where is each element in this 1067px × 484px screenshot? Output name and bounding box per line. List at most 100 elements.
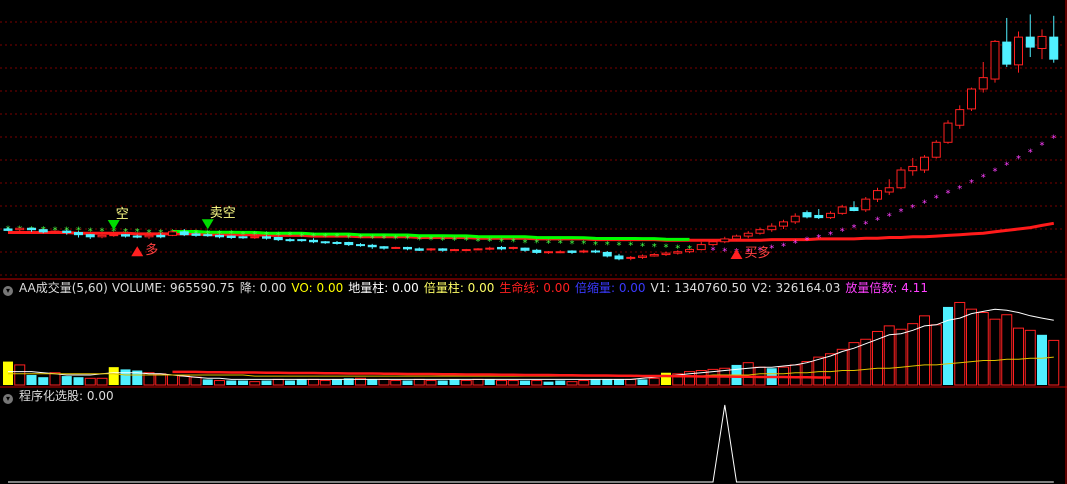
candle-body (144, 234, 154, 238)
volume-bar (367, 379, 378, 385)
volume-bar (1013, 327, 1024, 386)
dot-marker: * (511, 237, 516, 248)
candle-body (297, 239, 307, 242)
volume-bar (989, 318, 1001, 386)
candle-body (732, 235, 741, 240)
candle-body (309, 239, 318, 243)
candle-body (485, 247, 495, 250)
candle-body (1037, 35, 1047, 49)
volume-bar (38, 377, 49, 385)
candle-body (931, 141, 941, 158)
dot-marker: * (628, 241, 633, 252)
volume-bar (954, 301, 966, 386)
volume-bar (813, 356, 825, 386)
volume-bar (3, 361, 13, 385)
dot-marker: * (440, 236, 445, 247)
screener-label[interactable]: 程序化选股 (19, 389, 79, 403)
candle-body (967, 88, 976, 110)
collapse-icon[interactable]: ▾ (3, 394, 13, 404)
dot-marker: * (887, 211, 892, 222)
candle-body (379, 246, 389, 249)
volume-bar (84, 377, 96, 386)
volume-ma5-line (8, 308, 1054, 380)
volume-bar (178, 375, 190, 386)
candle-body (414, 248, 424, 251)
candle-body (238, 236, 248, 239)
candle-body (708, 241, 718, 246)
volume-bar (943, 306, 953, 385)
candle-body (403, 246, 412, 250)
candle-body (861, 198, 871, 211)
volume-bar (425, 380, 437, 386)
candle-body (884, 187, 894, 193)
dot-marker: * (816, 233, 821, 244)
candle-body (262, 236, 271, 239)
volume-bar (378, 378, 390, 386)
volume-indicator-item: V1: 1340760.50 (650, 281, 747, 295)
candle-body (990, 40, 1000, 80)
volume-bar (555, 380, 566, 385)
candle-body (1025, 36, 1035, 48)
candle-body (1014, 36, 1023, 66)
candle-body (790, 215, 800, 223)
dot-marker: * (805, 236, 810, 247)
short-signal-label: 空 (116, 207, 129, 222)
dot-marker: * (711, 246, 716, 257)
volume-bar (1024, 329, 1036, 386)
dot-marker: * (1051, 133, 1056, 144)
volume-indicator-item: VO: 0.00 (291, 281, 344, 295)
volume-indicator-name[interactable]: AA成交量(5,60) (19, 281, 108, 295)
volume-bar (742, 362, 754, 386)
volume-bar (860, 338, 872, 386)
volume-bar (437, 380, 448, 385)
candle-body (555, 251, 565, 254)
volume-bar (637, 379, 648, 385)
volume-bar (238, 380, 248, 385)
volume-indicator-item: 倍缩量: 0.00 (574, 281, 646, 295)
dot-marker: * (405, 234, 410, 245)
volume-bar (825, 353, 836, 386)
volume-indicator-values: VOLUME: 965590.75 降: 0.00 VO: 0.00 地量柱: 0.0… (112, 281, 933, 295)
candle-body (837, 206, 847, 214)
dot-marker: * (946, 189, 951, 200)
volume-ma60-line (8, 356, 1054, 377)
candle-body (179, 231, 189, 236)
volume-bar (1001, 314, 1013, 386)
dot-marker: * (241, 230, 246, 241)
volume-bar (566, 381, 578, 386)
volume-bar (836, 348, 848, 386)
screener-line (8, 404, 1054, 483)
volume-indicator-item: VOLUME: 965590.75 (111, 281, 235, 295)
candle-body (520, 247, 530, 251)
dot-marker: * (863, 219, 868, 230)
candle-body (908, 165, 918, 172)
volume-bar (402, 380, 413, 385)
volume-bar (96, 377, 108, 386)
dot-marker: * (382, 234, 387, 245)
dot-marker: * (558, 238, 563, 249)
candle-body (27, 227, 36, 231)
dot-marker: * (546, 238, 551, 249)
dot-marker: * (464, 236, 469, 247)
collapse-icon[interactable]: ▾ (3, 286, 13, 296)
candle-body (814, 214, 824, 219)
dot-marker: * (957, 184, 962, 195)
long-signal-label: 买多 (745, 245, 771, 261)
dot-marker: * (534, 238, 539, 249)
candle-body (3, 228, 13, 231)
candle-body (97, 234, 107, 238)
candle-body (508, 246, 518, 249)
volume-bar (484, 379, 495, 385)
candle-body (121, 234, 130, 237)
candle-body (215, 234, 224, 238)
volume-indicator-item: 倍量柱: 0.00 (423, 281, 495, 295)
candle-body (649, 254, 659, 257)
candle-body (356, 244, 365, 247)
candle-body (367, 244, 377, 248)
candle-body (285, 239, 295, 242)
long-signal-arrow (131, 246, 144, 257)
volume-bar (801, 361, 813, 386)
dot-marker: * (1016, 154, 1021, 165)
candle-body (85, 234, 95, 238)
dot-marker: * (652, 242, 657, 253)
